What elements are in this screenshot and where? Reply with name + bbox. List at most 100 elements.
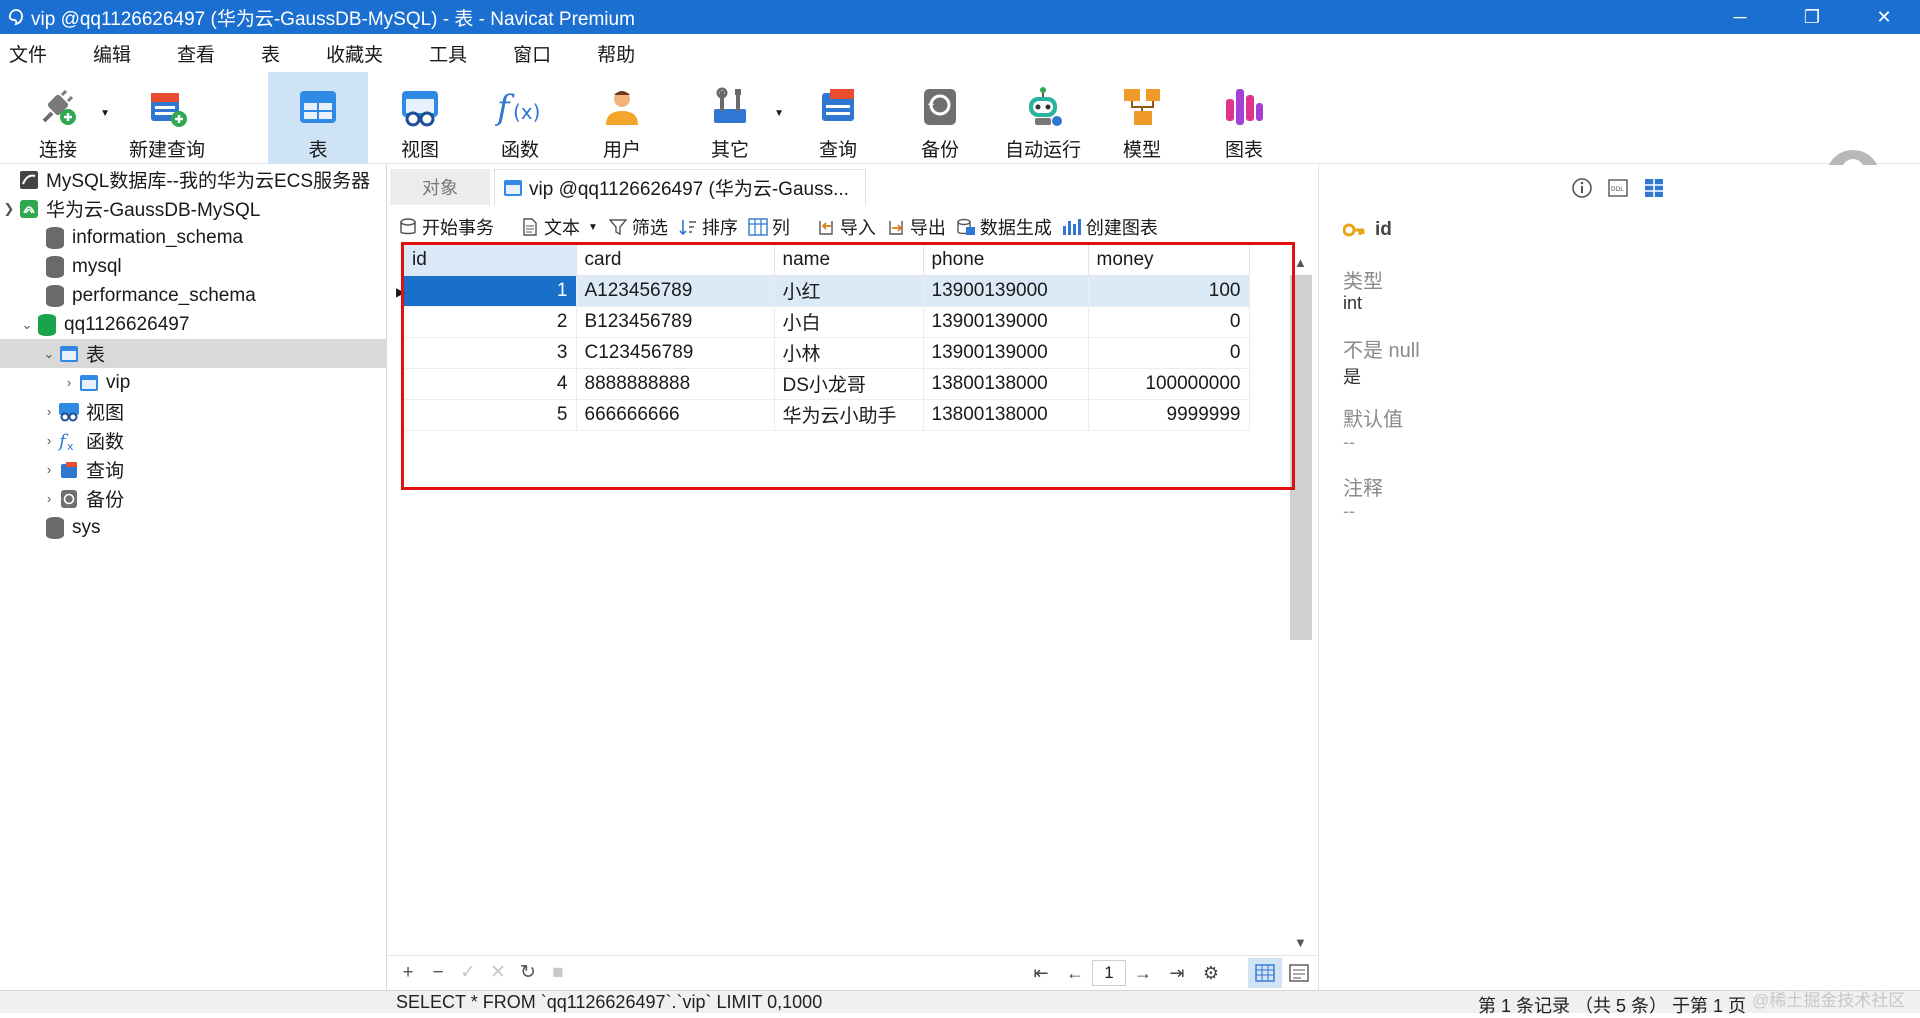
tree-views-folder[interactable]: › 视图	[40, 397, 124, 426]
refresh-icon[interactable]: ↻	[518, 961, 538, 984]
tree-db-qq1126626497[interactable]: ⌄ qq1126626497	[18, 310, 189, 339]
sort-button[interactable]: 排序	[678, 214, 738, 240]
cell-money[interactable]: 0	[1088, 306, 1250, 338]
grid-layout-icon[interactable]	[1641, 175, 1667, 201]
cell-phone[interactable]: 13900139000	[923, 275, 1089, 307]
column-header-name[interactable]: name	[774, 245, 924, 276]
restore-button[interactable]: ❐	[1776, 0, 1848, 34]
form-view-icon[interactable]	[1282, 958, 1316, 988]
cell-phone[interactable]: 13800138000	[923, 399, 1089, 431]
discard-changes-icon[interactable]: ✕	[488, 961, 508, 984]
ddl-icon[interactable]: DDL	[1605, 175, 1631, 201]
menu-help[interactable]: 帮助	[588, 40, 635, 67]
chevron-down-icon[interactable]: ⌄	[40, 346, 58, 362]
tree-queries-folder[interactable]: › 查询	[40, 455, 124, 484]
create-chart-button[interactable]: 创建图表	[1062, 214, 1158, 240]
chevron-up-icon[interactable]: ▲	[1294, 255, 1307, 270]
chevron-down-icon[interactable]: ▼	[1294, 935, 1307, 950]
view-button[interactable]: 视图	[382, 72, 458, 164]
cell-phone[interactable]: 13900139000	[923, 337, 1089, 369]
menu-tools[interactable]: 工具	[420, 40, 467, 67]
tree-db-mysql[interactable]: mysql	[26, 252, 122, 281]
tree-backups-folder[interactable]: › 备份	[40, 484, 124, 513]
first-page-icon[interactable]: ⇤	[1024, 963, 1058, 984]
delete-record-icon[interactable]: −	[428, 962, 448, 984]
grid-view-icon[interactable]	[1248, 958, 1282, 988]
cell-money[interactable]: 9999999	[1088, 399, 1250, 431]
add-record-icon[interactable]: +	[398, 962, 418, 984]
cell-money[interactable]: 0	[1088, 337, 1250, 369]
chevron-right-icon[interactable]: ›	[60, 375, 78, 390]
tree-db-performance-schema[interactable]: performance_schema	[26, 281, 256, 310]
cell-id[interactable]: 3	[404, 337, 577, 369]
menu-file[interactable]: 文件	[0, 40, 47, 67]
cell-money[interactable]: 100000000	[1088, 368, 1250, 400]
menu-favorites[interactable]: 收藏夹	[317, 40, 383, 67]
columns-button[interactable]: 列	[748, 214, 790, 240]
tree-connection-gaussdb[interactable]: ❯ 华为云-GaussDB-MySQL	[0, 194, 260, 223]
table-row[interactable]: 1 A123456789 小红 13900139000 100	[404, 275, 1250, 307]
cell-id[interactable]: 1	[404, 275, 577, 307]
tab-vip-table[interactable]: vip @qq1126626497 (华为云-Gauss...	[494, 169, 866, 205]
menu-edit[interactable]: 编辑	[84, 40, 131, 67]
cell-money[interactable]: 100	[1088, 275, 1250, 307]
column-header-phone[interactable]: phone	[923, 245, 1089, 276]
close-button[interactable]: ✕	[1848, 0, 1920, 34]
chevron-down-icon[interactable]: ❯	[0, 201, 18, 217]
filter-button[interactable]: 筛选	[608, 214, 668, 240]
data-generation-button[interactable]: 数据生成	[956, 214, 1052, 240]
info-icon[interactable]	[1569, 175, 1595, 201]
stop-icon[interactable]: ■	[548, 962, 568, 984]
chevron-down-icon[interactable]: ▼	[100, 108, 110, 119]
chart-button[interactable]: 图表	[1206, 72, 1282, 164]
previous-page-icon[interactable]: ←	[1058, 963, 1092, 984]
tree-functions-folder[interactable]: › fx 函数	[40, 426, 124, 455]
table-button[interactable]: 表	[268, 72, 368, 164]
chevron-right-icon[interactable]: ›	[40, 462, 58, 477]
cell-phone[interactable]: 13900139000	[923, 306, 1089, 338]
tree-db-sys[interactable]: sys	[26, 513, 101, 542]
cell-phone[interactable]: 13800138000	[923, 368, 1089, 400]
cell-card[interactable]: B123456789	[576, 306, 775, 338]
tree-db-information-schema[interactable]: information_schema	[26, 223, 243, 252]
automation-button[interactable]: 自动运行	[1000, 72, 1086, 164]
function-button[interactable]: f (x) 函数	[482, 72, 558, 164]
cell-name[interactable]: 小红	[774, 275, 924, 307]
page-number-field[interactable]: 1	[1092, 960, 1126, 986]
menu-window[interactable]: 窗口	[504, 40, 551, 67]
model-button[interactable]: 模型	[1104, 72, 1180, 164]
cell-name[interactable]: DS小龙哥	[774, 368, 924, 400]
chevron-right-icon[interactable]: ›	[40, 404, 58, 419]
cell-name[interactable]: 小林	[774, 337, 924, 369]
tab-objects[interactable]: 对象	[390, 169, 490, 205]
table-row[interactable]: 4 8888888888 DS小龙哥 13800138000 100000000	[404, 368, 1250, 400]
cell-card[interactable]: C123456789	[576, 337, 775, 369]
import-button[interactable]: 导入	[816, 214, 876, 240]
tree-table-vip[interactable]: › vip	[60, 368, 130, 397]
menu-table[interactable]: 表	[252, 40, 280, 67]
begin-transaction-button[interactable]: 开始事务	[398, 214, 494, 240]
other-button[interactable]: 其它 ▼	[692, 72, 784, 164]
column-header-id[interactable]: id	[404, 245, 577, 276]
scrollbar-thumb[interactable]	[1290, 275, 1312, 640]
chevron-down-icon[interactable]: ▼	[774, 108, 784, 119]
cell-card[interactable]: A123456789	[576, 275, 775, 307]
last-page-icon[interactable]: ⇥	[1160, 963, 1194, 984]
table-row[interactable]: 3 C123456789 小林 13900139000 0	[404, 337, 1250, 369]
column-header-card[interactable]: card	[576, 245, 775, 276]
backup-button[interactable]: 备份	[902, 72, 978, 164]
apply-changes-icon[interactable]: ✓	[458, 961, 478, 984]
table-row[interactable]: 2 B123456789 小白 13900139000 0	[404, 306, 1250, 338]
menu-view[interactable]: 查看	[168, 40, 215, 67]
cell-id[interactable]: 2	[404, 306, 577, 338]
tree-tables-folder[interactable]: ⌄ 表	[0, 339, 386, 368]
chevron-right-icon[interactable]: ›	[40, 433, 58, 448]
new-query-button[interactable]: 新建查询	[126, 72, 208, 164]
cell-card[interactable]: 8888888888	[576, 368, 775, 400]
chevron-down-icon[interactable]: ▼	[588, 222, 598, 233]
vertical-scrollbar[interactable]: ▲ ▼	[1290, 255, 1312, 955]
cell-id[interactable]: 4	[404, 368, 577, 400]
column-header-money[interactable]: money	[1088, 245, 1250, 276]
connect-button[interactable]: 连接 ▼	[22, 72, 110, 164]
gear-icon[interactable]: ⚙	[1194, 963, 1228, 984]
